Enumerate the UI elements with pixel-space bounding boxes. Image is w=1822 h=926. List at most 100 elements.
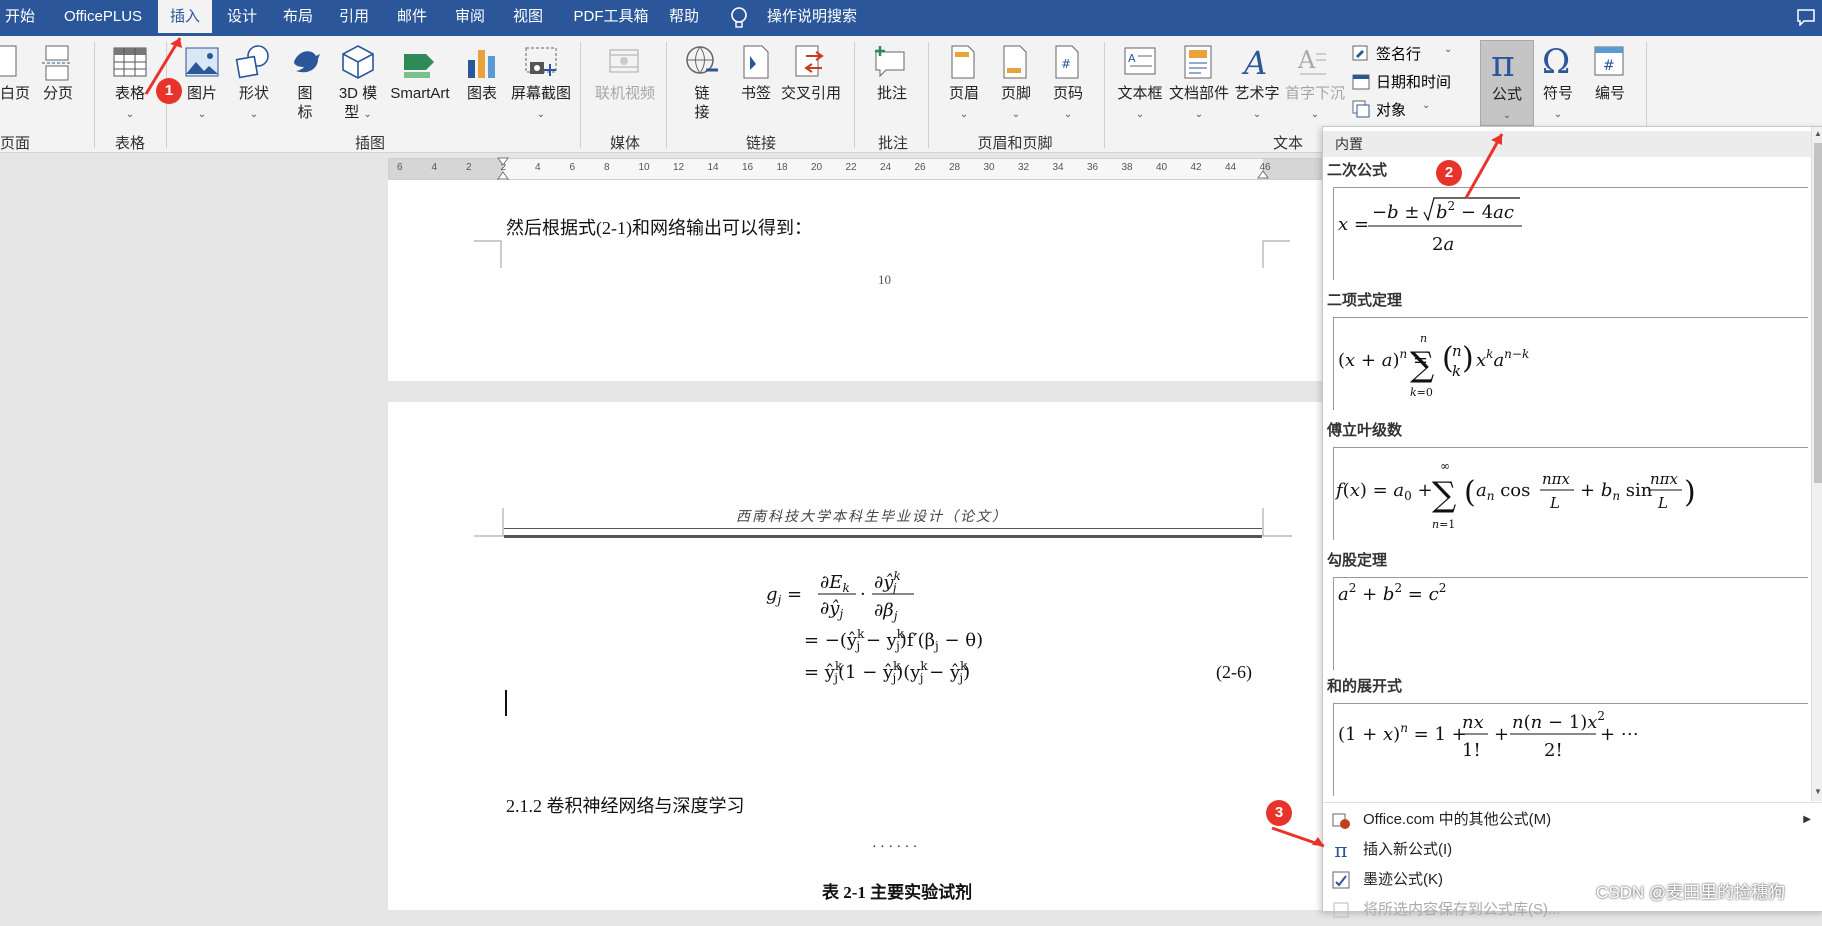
shapes-label: 形状	[238, 85, 269, 102]
svg-text:∑: ∑	[1432, 475, 1456, 515]
page-break-button[interactable]: 分页	[36, 84, 80, 103]
header-button[interactable]: 页眉 ⌄	[942, 84, 986, 124]
blank-page-button[interactable]: 白页	[0, 84, 30, 103]
svg-text:k: k	[1452, 362, 1461, 380]
3d-model-button[interactable]: 3D 模型 ⌄	[334, 84, 382, 124]
gallery-scrollbar[interactable]: ▲ ▼	[1811, 127, 1822, 801]
tab-pdf-toolbox[interactable]: PDF工具箱	[566, 0, 656, 36]
new-comment-button[interactable]: 批注	[870, 84, 914, 103]
date-time-button[interactable]: 日期和时间	[1352, 70, 1482, 92]
quick-parts-label: 文档部件	[1168, 85, 1229, 102]
screenshot-label: 屏幕截图	[510, 85, 571, 102]
horizontal-ruler[interactable]: 6 4 2 2 4 6 8 10 12 14 16 18 20 22 24 26 28 30 32 34 36 38 40 4…	[388, 157, 1324, 184]
svg-text:∂ŷkj: ∂ŷk j	[874, 569, 901, 595]
gallery-divider	[1323, 802, 1822, 803]
gallery-item-pythagorean-theorem[interactable]: a2 + b2 = c2	[1333, 577, 1808, 670]
object-button[interactable]: 对象 ⌄	[1352, 98, 1452, 120]
svg-text:1!: 1!	[1462, 740, 1481, 761]
group-label-text: 文本	[1272, 135, 1303, 152]
icons-button[interactable]: 图标	[290, 84, 320, 122]
ruler-tick-label: 14	[707, 162, 719, 173]
tab-design[interactable]: 设计	[222, 0, 262, 36]
wordart-button[interactable]: 艺术字 ⌄	[1232, 84, 1282, 124]
page-break-icon	[40, 44, 74, 82]
scroll-up-icon[interactable]: ▲	[1814, 129, 1822, 138]
svg-text:(: (	[1464, 475, 1476, 510]
svg-text:2!: 2!	[1544, 740, 1563, 761]
svg-text:+ ⋯: + ⋯	[1600, 724, 1639, 745]
table-caption[interactable]: 表 2-1 主要实验试剂	[822, 878, 972, 903]
text-box-button[interactable]: 文本框 ⌄	[1114, 84, 1166, 124]
menu-label: Office.com 中的其他公式(M)	[1363, 811, 1552, 828]
online-video-button[interactable]: 联机视频	[592, 84, 658, 103]
footer-button[interactable]: 页脚 ⌄	[994, 84, 1038, 124]
group-label-pages: 页面	[0, 135, 31, 152]
margin-corner-mark	[474, 240, 502, 268]
tab-home[interactable]: 开始	[0, 0, 40, 36]
svg-text:an cos: an cos	[1476, 480, 1530, 503]
insert-new-equation[interactable]: π 插入新公式(I)	[1323, 835, 1811, 865]
gallery-item-binomial-theorem[interactable]: (x + a)n = n ∑ k=0 ( n k ) xkan−k	[1333, 317, 1808, 410]
svg-text:∂ŷj: ∂ŷj	[820, 598, 843, 621]
svg-text:f(x) = a0 +: f(x) = a0 +	[1334, 480, 1433, 503]
tab-review[interactable]: 审阅	[450, 0, 490, 36]
screenshot-button[interactable]: 屏幕截图 ⌄	[506, 84, 576, 124]
right-indent-marker-icon[interactable]	[1257, 169, 1269, 179]
text-cursor	[505, 690, 507, 716]
body-text-line[interactable]: 然后根据式(2-1)和网络输出可以得到：	[506, 214, 812, 240]
svg-text:A: A	[1297, 46, 1316, 74]
ruler-tick-label: 16	[742, 162, 754, 173]
svg-text:+: +	[1494, 724, 1509, 745]
scroll-down-icon[interactable]: ▼	[1814, 787, 1822, 796]
document-page-1[interactable]: 然后根据式(2-1)和网络输出可以得到： 10	[388, 180, 1322, 381]
shapes-icon	[234, 44, 272, 80]
signature-line-button[interactable]: 签名行 ⌄	[1352, 42, 1474, 64]
ribbon-separator	[928, 42, 929, 148]
tab-help[interactable]: 帮助	[664, 0, 704, 36]
page-number-button[interactable]: 页码 ⌄	[1046, 84, 1090, 124]
svg-text:Ω: Ω	[1542, 42, 1570, 78]
gallery-item-fourier-series[interactable]: f(x) = a0 + ∞ ∑ n=1 ( an cos nπx L + bn …	[1333, 447, 1808, 540]
svg-text:A: A	[1128, 52, 1136, 65]
equation-block[interactable]: gj = ∂Ek ∂ŷj · ∂ŷk j ∂βj = −(ŷk j − yk j)f′…	[764, 562, 1104, 690]
annotation-badge: 3	[1266, 800, 1292, 826]
link-button[interactable]: 链接	[688, 84, 716, 122]
tell-me-search[interactable]: 操作说明搜索	[762, 0, 862, 36]
gallery-item-quadratic-formula[interactable]: x = −b ± b2 − 4ac 2a	[1333, 187, 1808, 280]
equation-button[interactable]: π 公式 ⌄	[1480, 40, 1534, 126]
scrollbar-thumb[interactable]	[1814, 143, 1822, 483]
tab-officeplus[interactable]: OfficePLUS	[54, 0, 152, 36]
section-heading[interactable]: 2.1.2 卷积神经网络与深度学习	[506, 792, 745, 818]
quick-parts-button[interactable]: 文档部件 ⌄	[1166, 84, 1232, 124]
group-label-table: 表格	[114, 135, 145, 152]
cross-reference-button[interactable]: 交叉引用	[778, 84, 844, 103]
page-number: 10	[878, 272, 891, 287]
shapes-button[interactable]: 形状 ⌄	[232, 84, 276, 124]
tab-view[interactable]: 视图	[508, 0, 548, 36]
gallery-item-expansion-of-sum[interactable]: (1 + x)n = 1 + nx 1! + n(n − 1)x2 2! + ⋯	[1333, 703, 1808, 796]
svg-text:= −(ŷkj − ykj)f′(βj − θ): = −(ŷk j − yk j)f′(βj − θ)	[804, 627, 983, 653]
comments-icon[interactable]	[1796, 8, 1816, 27]
save-icon	[1331, 900, 1351, 920]
blank-page-icon	[0, 44, 20, 82]
svg-text:L: L	[1657, 494, 1668, 512]
document-page-2[interactable]: 西南科技大学本科生毕业设计（论文） gj = ∂Ek ∂ŷj · ∂ŷk j ∂β…	[388, 402, 1322, 910]
drop-cap-button[interactable]: 首字下沉 ⌄	[1284, 84, 1346, 124]
numbering-button[interactable]: 编号	[1588, 84, 1632, 103]
group-label-illustrations: 插图	[354, 135, 385, 152]
smartart-button[interactable]: SmartArt	[386, 84, 454, 103]
screenshot-icon	[522, 44, 560, 80]
bookmark-button[interactable]: 书签	[734, 84, 778, 103]
svg-text:∂βj: ∂βj	[874, 600, 898, 623]
symbol-button[interactable]: 符号 ⌄	[1536, 84, 1580, 124]
symbol-label: 符号	[1542, 85, 1573, 102]
tab-layout[interactable]: 布局	[278, 0, 318, 36]
more-equations-office-com[interactable]: Office.com 中的其他公式(M) ▶	[1323, 805, 1811, 835]
chart-button[interactable]: 图表	[460, 84, 504, 103]
svg-text:A: A	[1241, 44, 1267, 80]
tab-mailings[interactable]: 邮件	[392, 0, 432, 36]
new-comment-icon	[872, 44, 910, 80]
tab-references[interactable]: 引用	[334, 0, 374, 36]
footer-label: 页脚	[1000, 85, 1031, 102]
svg-text:∑: ∑	[1410, 345, 1434, 385]
